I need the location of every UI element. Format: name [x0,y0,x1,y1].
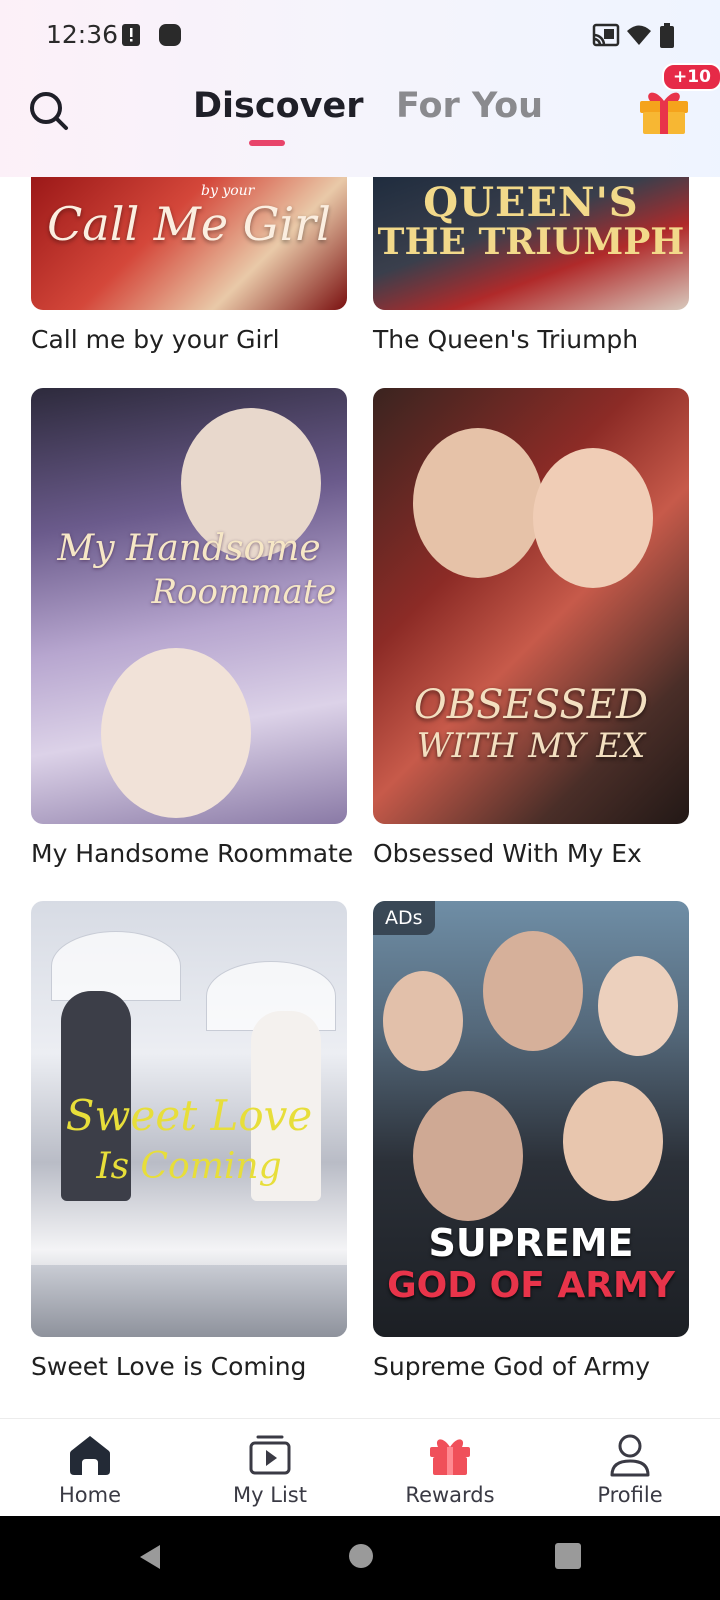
play-list-icon [249,1435,291,1475]
status-bar: 12:36 [0,0,720,70]
gift-icon [430,1439,470,1475]
ads-badge: ADs [373,901,435,935]
character-face [533,448,653,588]
recents-icon[interactable] [554,1542,582,1570]
drama-poster[interactable]: SUPREME GOD OF ARMY ADs [373,901,689,1337]
poster-title-art: SUPREME [428,1221,634,1265]
back-icon[interactable] [136,1542,166,1572]
battery-icon [660,23,674,48]
poster-title-art: OBSESSED [413,682,649,728]
drama-title[interactable]: Supreme God of Army [373,1351,689,1383]
system-nav-bar [0,1516,720,1600]
poster-sub-art: by your [201,183,255,199]
character-face [598,956,678,1056]
poster-sub-art: GOD OF ARMY [387,1265,675,1306]
drama-card[interactable]: OBSESSED WITH MY EX Obsessed With My Ex [373,388,689,870]
drama-card[interactable]: My Handsome Roommate My Handsome Roommat… [31,388,353,870]
bottom-nav: Home My List Rewards Profile [0,1418,720,1516]
drama-title[interactable]: Call me by your Girl [31,324,347,356]
nav-profile[interactable]: Profile [540,1419,720,1517]
square-icon [159,24,181,46]
cast-icon [592,23,620,47]
drama-poster[interactable]: Sweet Love Is Coming [31,901,347,1337]
character-face [563,1081,663,1201]
umbrella-shape [51,931,181,1001]
nav-label: My List [233,1483,307,1507]
nav-label: Rewards [405,1483,495,1507]
status-time: 12:36 [46,20,119,49]
drama-title[interactable]: Sweet Love is Coming [31,1351,347,1383]
gift-badge: +10 [662,63,720,91]
nav-label: Profile [597,1483,663,1507]
drama-card[interactable]: QUEEN'S THE TRIUMPH The Queen's Triumph [373,177,689,356]
nav-home[interactable]: Home [0,1419,180,1517]
nav-rewards[interactable]: Rewards [360,1419,540,1517]
drama-poster[interactable]: QUEEN'S THE TRIUMPH [373,177,689,310]
nav-my-list[interactable]: My List [180,1419,360,1517]
poster-sub-art: Is Coming [96,1146,282,1187]
tab-for-you[interactable]: For You [396,86,543,126]
poster-title-art: Sweet Love [65,1091,313,1140]
character-face [383,971,463,1071]
poster-title-art: QUEEN'S [423,179,639,226]
character-face [413,428,543,578]
drama-title[interactable]: My Handsome Roommate [31,838,353,870]
tab-discover[interactable]: Discover [193,86,364,126]
profile-icon [610,1434,650,1477]
tab-indicator [249,140,285,146]
character-face [413,1091,523,1221]
character-face [101,648,251,818]
drama-title[interactable]: Obsessed With My Ex [373,838,689,870]
drama-grid: Call Me Girl by your Call me by your Gir… [0,0,720,1418]
poster-title-art: Call Me Girl [47,197,331,251]
drama-poster[interactable]: My Handsome Roommate [31,388,347,824]
wifi-icon [627,25,651,45]
home-icon [70,1436,110,1475]
drama-card[interactable]: SUPREME GOD OF ARMY ADs Supreme God of A… [373,901,689,1383]
poster-sub-art: THE TRIUMPH [377,221,685,263]
drama-poster[interactable]: OBSESSED WITH MY EX [373,388,689,824]
poster-sub-art: WITH MY EX [416,726,646,766]
top-header: 12:36 Discover For You +10 [0,0,720,177]
drama-title[interactable]: The Queen's Triumph [373,324,689,356]
search-icon[interactable] [26,88,70,132]
poster-sub-art: Roommate [151,572,337,612]
nav-label: Home [58,1483,121,1507]
poster-title-art: My Handsome [57,528,321,569]
wall-shape [31,1265,347,1337]
home-circle-icon[interactable] [347,1542,375,1570]
drama-card[interactable]: Sweet Love Is Coming Sweet Love is Comin… [31,901,347,1383]
alert-icon [122,24,140,46]
drama-card[interactable]: Call Me Girl by your Call me by your Gir… [31,177,347,356]
drama-poster[interactable]: Call Me Girl by your [31,177,347,310]
character-face [483,931,583,1051]
